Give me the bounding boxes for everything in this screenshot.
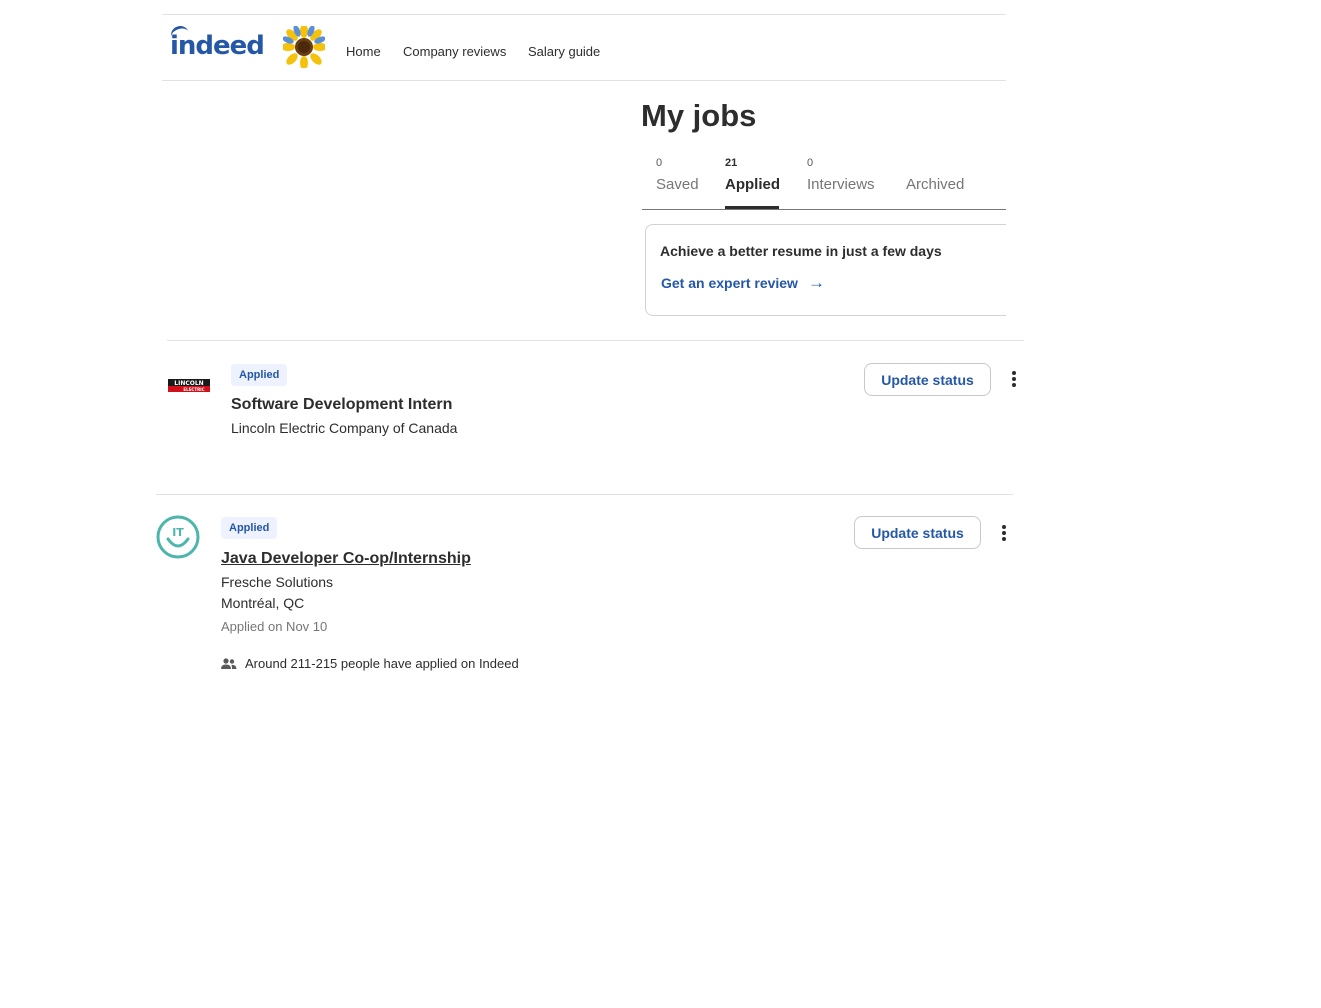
resume-review-card — [645, 224, 1015, 316]
header-top-divider — [162, 14, 1006, 15]
tab-applied-label: Applied — [725, 176, 780, 193]
applied-date: Applied on Nov 10 — [221, 619, 328, 634]
status-badge: Applied — [221, 517, 278, 539]
tab-saved-count: 0 — [656, 157, 663, 169]
update-status-button[interactable]: Update status — [854, 516, 981, 549]
lincoln-electric-logo: LINCOLN ELECTRIC — [168, 379, 210, 392]
header-bottom-divider — [162, 80, 1006, 81]
job-company: Fresche Solutions — [221, 574, 334, 590]
job-company: Lincoln Electric Company of Canada — [231, 420, 458, 436]
nav-home[interactable]: Home — [346, 44, 381, 59]
tab-archived[interactable]: Archived — [906, 157, 964, 209]
tab-archived-count — [906, 157, 964, 173]
job-divider — [156, 494, 1013, 495]
tab-saved-label: Saved — [656, 176, 699, 193]
nav-company-reviews[interactable]: Company reviews — [403, 44, 506, 59]
job-location: Montréal, QC — [221, 595, 305, 611]
fresche-logo: IT — [156, 515, 200, 559]
tab-saved[interactable]: 0 Saved — [656, 157, 699, 209]
update-status-button[interactable]: Update status — [864, 363, 991, 396]
applicants-count: Around 211-215 people have applied on In… — [221, 656, 519, 671]
tabs-divider — [642, 209, 1006, 210]
tab-interviews-label: Interviews — [807, 176, 875, 193]
job-title-link[interactable]: Java Developer Co-op/Internship — [221, 550, 471, 568]
job-title[interactable]: Software Development Intern — [231, 396, 452, 414]
tab-archived-label: Archived — [906, 176, 965, 193]
status-badge: Applied — [231, 364, 288, 386]
svg-text:LINCOLN: LINCOLN — [174, 380, 203, 387]
tab-interviews[interactable]: 0 Interviews — [807, 157, 875, 209]
expert-review-label: Get an expert review — [661, 275, 798, 291]
people-icon — [221, 658, 237, 669]
expert-review-link[interactable]: Get an expert review → — [661, 273, 825, 293]
svg-text:ELECTRIC: ELECTRIC — [183, 387, 204, 392]
promo-card-clip — [1006, 220, 1026, 320]
more-options-icon[interactable] — [998, 525, 1010, 545]
sunflower-icon — [283, 26, 325, 68]
more-options-icon[interactable] — [1008, 371, 1020, 391]
arrow-right-icon: → — [807, 273, 825, 292]
svg-text:IT: IT — [172, 526, 184, 539]
promo-title: Achieve a better resume in just a few da… — [660, 243, 942, 259]
indeed-logo[interactable]: indeed — [168, 23, 265, 61]
section-divider — [167, 340, 1024, 341]
applicants-text: Around 211-215 people have applied on In… — [245, 656, 519, 671]
nav-salary-guide[interactable]: Salary guide — [528, 44, 600, 59]
tab-applied[interactable]: 21 Applied — [725, 157, 780, 209]
tab-interviews-count: 0 — [807, 157, 814, 169]
page-title: My jobs — [641, 98, 757, 133]
tab-applied-count: 21 — [725, 157, 738, 169]
